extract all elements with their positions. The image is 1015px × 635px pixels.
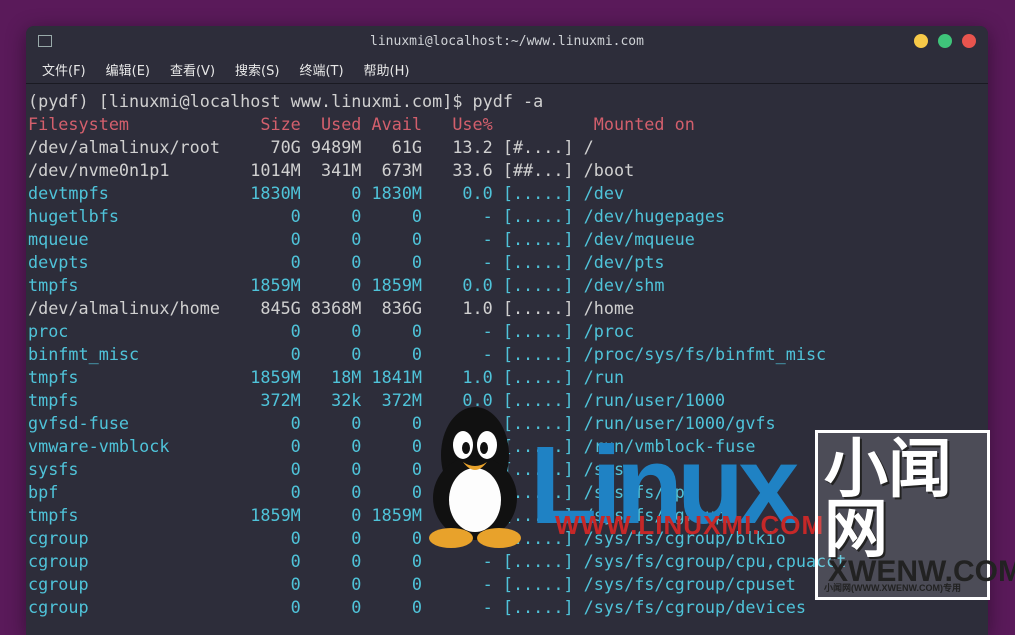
table-row: cgroup 0 0 0 - [.....] /sys/fs/cgroup/bl… — [28, 528, 786, 548]
table-row: mqueue 0 0 0 - [.....] /dev/mqueue — [28, 229, 695, 249]
table-row: /dev/nvme0n1p1 1014M 341M 673M 33.6 [##.… — [28, 160, 634, 180]
terminal-output[interactable]: (pydf) [linuxmi@localhost www.linuxmi.co… — [26, 84, 988, 635]
titlebar: linuxmi@localhost:~/www.linuxmi.com — [26, 26, 988, 56]
table-row: tmpfs 1859M 0 1859M 0.0 [.....] /dev/shm — [28, 275, 665, 295]
table-row: binfmt_misc 0 0 0 - [.....] /proc/sys/fs… — [28, 344, 826, 364]
menu-edit[interactable]: 编辑(E) — [96, 56, 160, 83]
table-row: cgroup 0 0 0 - [.....] /sys/fs/cgroup/cp… — [28, 574, 796, 594]
window-title: linuxmi@localhost:~/www.linuxmi.com — [26, 34, 988, 49]
table-row: cgroup 0 0 0 - [.....] /sys/fs/cgroup/de… — [28, 597, 806, 617]
table-row: tmpfs 372M 32k 372M 0.0 [.....] /run/use… — [28, 390, 725, 410]
menu-terminal[interactable]: 终端(T) — [289, 56, 353, 83]
menu-view[interactable]: 查看(V) — [160, 56, 225, 83]
table-row: sysfs 0 0 0 - [.....] /sys — [28, 459, 624, 479]
close-button[interactable] — [962, 34, 976, 48]
table-row: vmware-vmblock 0 0 0 - [.....] /run/vmbl… — [28, 436, 755, 456]
table-row: devtmpfs 1830M 0 1830M 0.0 [.....] /dev — [28, 183, 624, 203]
table-row: bpf 0 0 0 - [.....] /sys/fs/bpf — [28, 482, 695, 502]
table-row: gvfsd-fuse 0 0 0 - [.....] /run/user/100… — [28, 413, 776, 433]
maximize-button[interactable] — [938, 34, 952, 48]
menu-file[interactable]: 文件(F) — [32, 56, 96, 83]
menu-help[interactable]: 帮助(H) — [354, 56, 420, 83]
table-row: hugetlbfs 0 0 0 - [.....] /dev/hugepages — [28, 206, 725, 226]
header-row: Filesystem Size Used Avail Use% Mounted … — [28, 114, 695, 134]
prompt-line: (pydf) [linuxmi@localhost www.linuxmi.co… — [28, 91, 543, 111]
table-row: tmpfs 1859M 18M 1841M 1.0 [.....] /run — [28, 367, 624, 387]
table-row: /dev/almalinux/home 845G 8368M 836G 1.0 … — [28, 298, 634, 318]
minimize-button[interactable] — [914, 34, 928, 48]
table-row: devpts 0 0 0 - [.....] /dev/pts — [28, 252, 665, 272]
app-icon — [38, 35, 52, 47]
table-row: tmpfs 1859M 0 1859M 0.0 [.....] /sys/fs/… — [28, 505, 725, 525]
table-row: cgroup 0 0 0 - [.....] /sys/fs/cgroup/cp… — [28, 551, 846, 571]
menubar: 文件(F) 编辑(E) 查看(V) 搜索(S) 终端(T) 帮助(H) — [26, 56, 988, 84]
window-controls — [914, 34, 976, 48]
table-row: /dev/almalinux/root 70G 9489M 61G 13.2 [… — [28, 137, 594, 157]
table-row: proc 0 0 0 - [.....] /proc — [28, 321, 634, 341]
terminal-window: linuxmi@localhost:~/www.linuxmi.com 文件(F… — [26, 26, 988, 635]
menu-search[interactable]: 搜索(S) — [225, 56, 289, 83]
